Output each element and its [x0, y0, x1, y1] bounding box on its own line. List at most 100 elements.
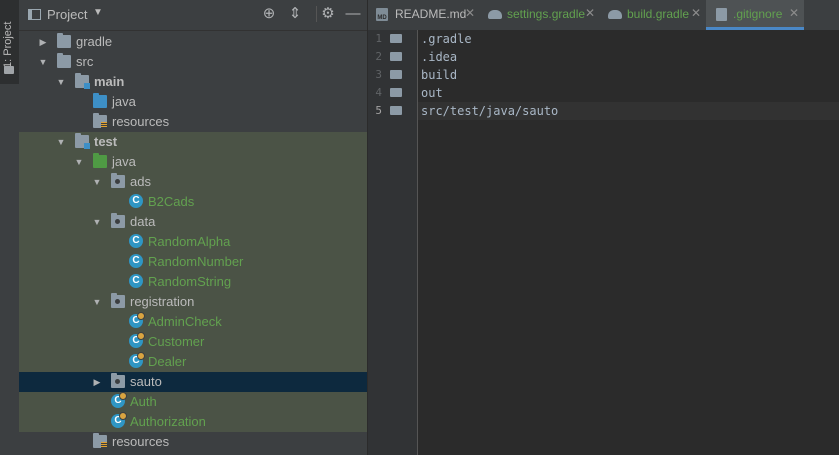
tree-item-label: Customer — [148, 334, 205, 349]
code-line-text: .idea — [421, 50, 458, 64]
tree-row[interactable]: ▼ main — [19, 72, 367, 92]
tree-row[interactable]: C Auth — [19, 392, 367, 412]
gradle-icon — [488, 10, 502, 19]
editor-text-area[interactable]: .gradle .idea build out src/test/java/sauto — [418, 30, 839, 455]
code-line-text: build — [421, 68, 458, 82]
tree-row[interactable]: ▼ ads — [19, 172, 367, 192]
tree-item-label: java — [112, 94, 136, 109]
tree-item-label: data — [130, 214, 156, 229]
tree-row[interactable]: ▼ data — [19, 212, 367, 232]
collapse-all-icon[interactable]: ⇕ — [285, 4, 305, 24]
test-class-icon: C — [129, 312, 145, 328]
markdown-file-icon: MD — [376, 8, 388, 21]
code-line-text: src/test/java/sauto — [421, 104, 559, 118]
chevron-down-icon[interactable]: ▼ — [92, 174, 102, 190]
tree-row[interactable]: C RandomNumber — [19, 252, 367, 272]
tree-item-label: ads — [130, 174, 151, 189]
test-class-icon: C — [111, 412, 127, 428]
code-line-text: .gradle — [421, 32, 472, 46]
project-view-selector[interactable]: Project — [47, 7, 87, 22]
chevron-down-icon[interactable]: ▼ — [92, 214, 102, 230]
header-divider — [316, 6, 317, 22]
tree-row[interactable]: C Customer — [19, 332, 367, 352]
tree-item-label: Dealer — [148, 354, 187, 369]
tree-row[interactable]: C B2Cads — [19, 192, 367, 212]
tree-row[interactable]: ▶ gradle — [19, 32, 367, 52]
chevron-down-icon[interactable]: ▼ — [74, 154, 84, 170]
folder-icon — [390, 34, 402, 43]
test-class-icon: C — [129, 332, 145, 348]
test-class-icon: C — [129, 352, 145, 368]
tree-item-label: main — [94, 74, 125, 89]
code-line[interactable]: build — [418, 66, 839, 84]
tree-row[interactable]: resources — [19, 112, 367, 132]
gitignore-file-icon — [716, 8, 727, 21]
project-tree: ▶ gradle ▼ src ▼ main java resources ▼ test ▼ java ▼… — [19, 30, 367, 455]
project-panel: Project ▼ ⊕ ⇕ ⚙ — ▶ gradle ▼ src ▼ main java re… — [19, 0, 368, 455]
chevron-down-icon[interactable]: ▼ — [56, 74, 66, 90]
tree-item-label: AdminCheck — [148, 314, 222, 329]
tree-item-label: src — [76, 54, 94, 69]
code-line[interactable]: out — [418, 84, 839, 102]
chevron-down-icon[interactable]: ▼ — [93, 7, 103, 18]
folder-icon — [390, 70, 402, 79]
editor-tab[interactable]: MD README.md ✕ — [368, 0, 480, 30]
gradle-icon — [608, 10, 622, 19]
tree-row[interactable]: resources — [19, 432, 367, 452]
module-folder-icon — [75, 133, 90, 149]
editor-gutter: 1 2 3 4 5 — [368, 30, 418, 455]
tree-item-label: registration — [130, 294, 195, 309]
code-line[interactable]: .idea — [418, 48, 839, 66]
locate-icon[interactable]: ⊕ — [259, 4, 279, 24]
tree-row[interactable]: C Dealer — [19, 352, 367, 372]
close-icon[interactable]: ✕ — [465, 6, 475, 20]
editor-tab[interactable]: .gitignore ✕ — [706, 0, 804, 30]
tree-item-label: RandomString — [148, 274, 232, 289]
tree-item-label: Auth — [130, 394, 157, 409]
tree-row[interactable]: ▼ src — [19, 52, 367, 72]
folder-icon — [57, 53, 71, 68]
module-folder-icon — [75, 73, 90, 89]
line-number: 2 — [375, 50, 382, 63]
tree-row[interactable]: ▼ java — [19, 152, 367, 172]
tree-row[interactable]: C RandomAlpha — [19, 232, 367, 252]
folder-icon — [4, 66, 14, 74]
gear-icon[interactable]: ⚙ — [318, 4, 338, 24]
close-icon[interactable]: ✕ — [691, 6, 701, 20]
chevron-down-icon[interactable]: ▼ — [56, 134, 66, 150]
editor-tab[interactable]: settings.gradle ✕ — [480, 0, 600, 30]
tree-row[interactable]: C AdminCheck — [19, 312, 367, 332]
test-class-icon: C — [111, 392, 127, 408]
tree-item-label: B2Cads — [148, 194, 195, 209]
chevron-right-icon[interactable]: ▶ — [92, 374, 102, 390]
code-line[interactable]: .gradle — [418, 30, 839, 48]
tree-row[interactable]: C Authorization — [19, 412, 367, 432]
project-panel-header: Project ▼ ⊕ ⇕ ⚙ — — [19, 0, 367, 31]
class-icon: C — [129, 254, 143, 268]
chevron-right-icon[interactable]: ▶ — [38, 34, 48, 50]
editor-tab-label: build.gradle — [627, 7, 690, 21]
project-tool-tab-label: 1: Project — [2, 21, 14, 68]
editor-tab[interactable]: build.gradle ✕ — [600, 0, 706, 30]
chevron-down-icon[interactable]: ▼ — [38, 54, 48, 70]
tree-row[interactable]: ▶ sauto — [19, 372, 367, 392]
tree-row[interactable]: ▼ registration — [19, 292, 367, 312]
folder-icon — [390, 106, 402, 115]
tree-item-label: resources — [112, 114, 170, 129]
tool-window-strip: 1: Project — [0, 0, 20, 455]
line-number: 1 — [375, 32, 382, 45]
class-icon: C — [129, 274, 143, 288]
tree-row[interactable]: java — [19, 92, 367, 112]
tree-row[interactable]: C RandomString — [19, 272, 367, 292]
folder-icon — [390, 88, 402, 97]
code-line[interactable]: src/test/java/sauto — [418, 102, 839, 120]
class-icon: C — [129, 194, 143, 208]
code-line-text: out — [421, 86, 443, 100]
chevron-down-icon[interactable]: ▼ — [92, 294, 102, 310]
tree-row[interactable]: ▼ test — [19, 132, 367, 152]
editor-tab-label: .gitignore — [733, 7, 783, 21]
close-icon[interactable]: ✕ — [789, 6, 799, 20]
close-icon[interactable]: ✕ — [585, 6, 595, 20]
minimize-icon[interactable]: — — [343, 4, 363, 24]
class-icon: C — [129, 234, 143, 248]
